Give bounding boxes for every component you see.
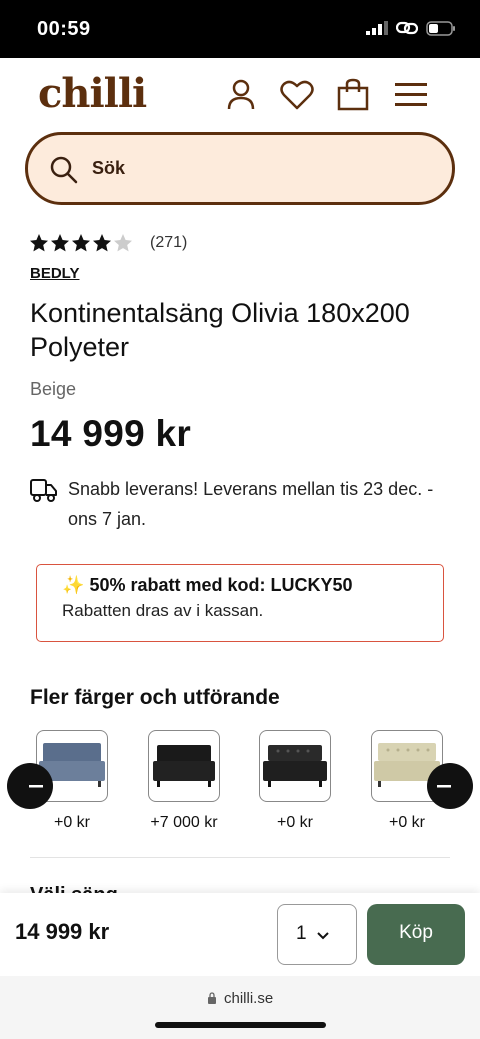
search-input[interactable]: Sök <box>25 132 455 205</box>
url-text: chilli.se <box>223 990 274 1007</box>
variant-option[interactable]: +7 000 kr <box>148 730 220 831</box>
promo-box: ✨ 50% rabatt med kod: LUCKY50 Rabatten d… <box>36 564 444 642</box>
product-rating[interactable]: (271) <box>30 233 187 253</box>
sparkles-icon: ✨ <box>62 575 85 595</box>
signal-icon <box>366 21 388 35</box>
variant-thumbnail[interactable] <box>148 730 220 802</box>
site-header: chilli <box>0 58 480 132</box>
delivery-text: Snabb leverans! Leverans mellan tis 23 d… <box>68 479 434 529</box>
product-color: Beige <box>30 379 77 399</box>
variant-price: +0 kr <box>53 814 90 831</box>
bed-image <box>263 745 327 787</box>
variants-heading: Fler färger och utförande <box>30 686 280 709</box>
menu-icon[interactable] <box>395 82 427 108</box>
minus-icon <box>437 785 451 788</box>
bed-image <box>153 745 215 787</box>
search-placeholder: Sök <box>92 158 126 178</box>
status-icons <box>366 20 456 36</box>
quantity-select[interactable]: 1 <box>277 904 357 965</box>
browser-url-bar[interactable]: chilli.se <box>0 976 480 1039</box>
status-time: 00:59 <box>37 18 91 40</box>
delivery-truck-icon <box>30 479 57 502</box>
home-indicator[interactable] <box>155 1022 326 1028</box>
chevron-down-icon <box>317 932 329 940</box>
variant-price: +7 000 kr <box>150 814 218 831</box>
minus-icon <box>29 785 43 788</box>
status-bar: 00:59 <box>0 0 480 58</box>
account-icon[interactable] <box>226 78 256 112</box>
variant-price: +0 kr <box>388 814 425 831</box>
url-row: chilli.se <box>0 990 480 1007</box>
battery-icon <box>426 20 455 36</box>
section-divider <box>30 857 450 858</box>
promo-subtext: Rabatten dras av i kassan. <box>62 601 264 620</box>
promo-headline-row: ✨ 50% rabatt med kod: LUCKY50 <box>62 575 353 596</box>
product-price: 14 999 kr <box>30 413 192 454</box>
carousel-prev-button[interactable] <box>7 763 53 809</box>
variant-thumbnail[interactable] <box>259 730 331 802</box>
promo-headline: 50% rabatt med kod: LUCKY50 <box>89 575 353 595</box>
rating-count: (271) <box>150 234 188 251</box>
search-icon <box>50 156 78 184</box>
lock-icon <box>207 992 216 1004</box>
buy-button-label: Köp <box>399 922 433 943</box>
sticky-buy-bar: 14 999 kr 1 Köp <box>0 893 480 976</box>
link-icon <box>396 21 418 35</box>
brand-link[interactable]: BEDLY <box>30 265 79 282</box>
buy-bar-price: 14 999 kr <box>15 919 110 944</box>
product-title: Kontinentalsäng Olivia 180x200 Polyeter <box>30 298 410 362</box>
variant-option[interactable]: +0 kr <box>259 730 331 831</box>
carousel-next-button[interactable] <box>427 763 473 809</box>
star-rating-icon <box>30 234 132 252</box>
variant-price: +0 kr <box>276 814 313 831</box>
heart-icon[interactable] <box>279 78 315 112</box>
quantity-value: 1 <box>296 923 307 944</box>
shopping-bag-icon[interactable] <box>336 78 370 112</box>
buy-button[interactable]: Köp <box>367 904 465 965</box>
chilli-logo[interactable]: chilli <box>38 70 147 117</box>
